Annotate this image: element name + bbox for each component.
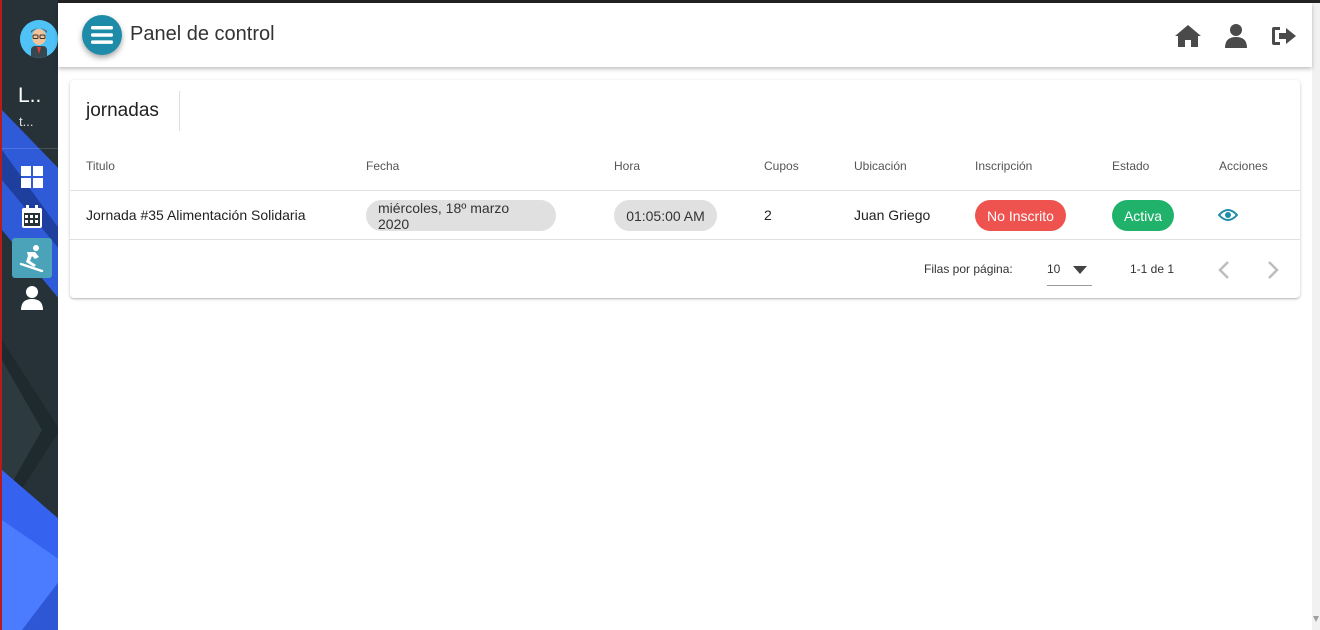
snowboard-icon [19,245,44,272]
app-root: L.. t... Panel de control jornadas Titul… [0,0,1320,630]
user-icon [21,286,43,310]
caret-down-icon [1073,266,1087,274]
calendar-icon [22,205,42,228]
sidebar-item-profile[interactable] [12,278,52,318]
menu-button[interactable] [82,15,122,55]
jornadas-card: jornadas Titulo Fecha Hora Cupos Ubicaci… [70,80,1300,298]
card-title-divider [179,91,180,131]
inscripcion-status-badge: No Inscrito [975,200,1066,231]
estado-status-badge: Activa [1112,200,1174,231]
card-title: jornadas [86,100,159,121]
view-details-eye-icon[interactable] [1218,207,1238,223]
logout-button[interactable] [1269,21,1299,51]
column-header-estado[interactable]: Estado [1112,159,1149,173]
home-icon [1175,25,1201,47]
avatar-person-icon [20,20,58,58]
logout-icon [1272,27,1296,45]
rows-per-page-label: Filas por página: [924,262,1013,276]
sidebar-item-jornadas[interactable] [12,238,52,278]
next-page-button[interactable] [1260,257,1286,283]
page-title: Panel de control [130,23,275,45]
header-row-divider [70,190,1300,191]
hamburger-icon [91,26,113,44]
user-name: L.. [18,84,42,107]
column-header-fecha[interactable]: Fecha [366,159,399,173]
column-header-ubicacion[interactable]: Ubicación [854,159,907,173]
top-bar: Panel de control [58,3,1312,67]
sidebar: L.. t... [0,0,58,630]
column-header-acciones: Acciones [1219,159,1268,173]
sidebar-item-dashboard[interactable] [12,157,52,197]
user-icon [1225,24,1247,48]
pagination-range: 1-1 de 1 [1130,262,1175,276]
cell-ubicacion: Juan Griego [854,207,931,223]
avatar[interactable] [20,20,58,58]
fecha-chip: miércoles, 18º marzo 2020 [366,200,556,232]
home-button[interactable] [1173,21,1203,51]
cell-cupos: 2 [764,207,772,223]
column-header-inscripcion[interactable]: Inscripción [975,159,1032,173]
scroll-down-arrow-icon[interactable] [1313,614,1319,624]
dashboard-icon [21,166,43,188]
column-header-hora[interactable]: Hora [614,159,640,173]
row-divider [70,239,1300,240]
chevron-right-icon [1268,261,1279,279]
chevron-left-icon [1218,261,1229,279]
sidebar-divider [2,148,58,149]
column-header-cupos[interactable]: Cupos [764,159,799,173]
hora-chip: 01:05:00 AM [614,200,717,231]
column-header-titulo[interactable]: Titulo [86,159,115,173]
rows-per-page-select[interactable]: 10 [1047,256,1092,286]
profile-button[interactable] [1221,21,1251,51]
rows-per-page-value: 10 [1047,262,1061,276]
cell-titulo: Jornada #35 Alimentación Solidaria [86,207,306,223]
previous-page-button[interactable] [1211,257,1237,283]
user-subtitle: t... [19,114,34,129]
page-scrollbar[interactable] [1312,3,1320,630]
sidebar-item-calendar[interactable] [12,197,52,237]
